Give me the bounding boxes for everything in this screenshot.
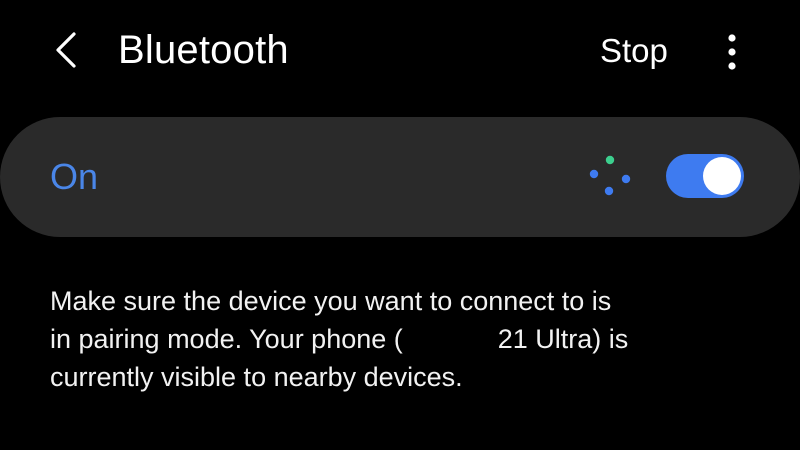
more-vertical-icon	[728, 34, 736, 70]
description-line-2: in pairing mode. Your phone ( 21 Ultra) i…	[50, 320, 730, 358]
description-line-3: currently visible to nearby devices.	[50, 362, 463, 392]
description-line-1: Make sure the device you want to connect…	[50, 286, 612, 316]
bluetooth-switch[interactable]	[666, 154, 744, 198]
bluetooth-settings-screen: Bluetooth Stop On Make sure the device y…	[0, 0, 800, 450]
app-bar: Bluetooth Stop	[0, 0, 800, 100]
stop-button[interactable]: Stop	[600, 28, 668, 74]
scanning-dots-icon	[589, 155, 631, 196]
more-options-button[interactable]	[716, 30, 748, 74]
description-line-2-start: in pairing mode. Your phone (	[50, 324, 403, 354]
page-title: Bluetooth	[118, 28, 289, 72]
bluetooth-toggle-card[interactable]: On	[0, 117, 800, 237]
chevron-left-icon	[56, 32, 76, 68]
back-button[interactable]	[40, 22, 96, 78]
switch-knob	[703, 157, 741, 195]
toggle-status-label: On	[50, 156, 99, 197]
pairing-description: Make sure the device you want to connect…	[50, 282, 730, 396]
description-line-2-end: 21 Ultra) is	[497, 324, 629, 354]
